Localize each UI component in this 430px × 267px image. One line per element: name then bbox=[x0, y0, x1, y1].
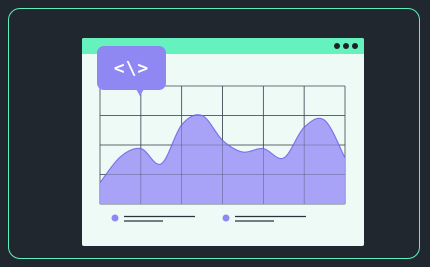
area-chart bbox=[99, 85, 346, 222]
badge-pointer bbox=[136, 89, 144, 96]
code-icon-badge: <\> bbox=[97, 46, 166, 90]
code-label: <\> bbox=[113, 57, 150, 79]
legend-marker bbox=[222, 214, 230, 222]
legend-marker bbox=[111, 214, 119, 222]
